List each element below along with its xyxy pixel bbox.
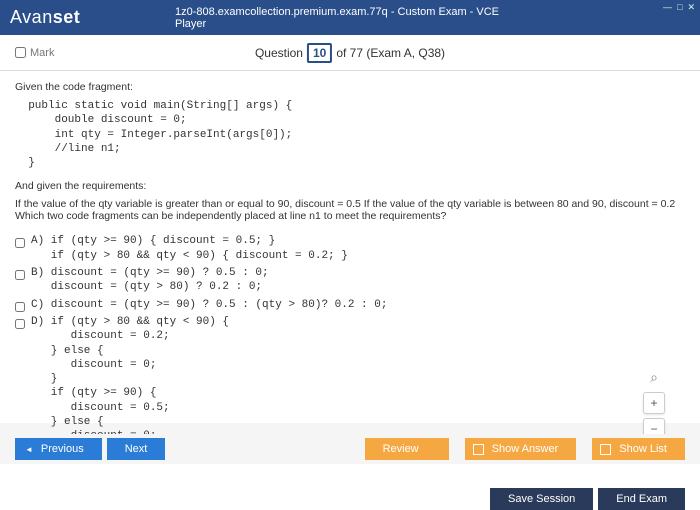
mark-checkbox[interactable] xyxy=(15,47,26,58)
end-exam-button[interactable]: End Exam xyxy=(598,488,685,510)
maximize-icon[interactable]: □ xyxy=(677,2,682,13)
option-a-code: A) if (qty >= 90) { discount = 0.5; } if… xyxy=(31,234,348,263)
option-b-code: B) discount = (qty >= 90) ? 0.5 : 0; dis… xyxy=(31,266,269,295)
mark-checkbox-area[interactable]: Mark xyxy=(15,47,54,59)
magnifier-icon: ⌕ xyxy=(650,369,658,386)
option-b-checkbox[interactable] xyxy=(15,270,25,280)
bottom-toolbar: Previous Next Review Show Answer Show Li… xyxy=(0,434,700,464)
option-b[interactable]: B) discount = (qty >= 90) ? 0.5 : 0; dis… xyxy=(15,266,685,295)
option-a-checkbox[interactable] xyxy=(15,238,25,248)
show-list-button[interactable]: Show List xyxy=(592,438,685,460)
requirements-heading: And given the requirements: xyxy=(15,180,685,192)
minimize-icon[interactable]: — xyxy=(663,2,672,13)
question-counter: Question 10 of 77 (Exam A, Q38) xyxy=(255,43,445,63)
window-title: 1z0-808.examcollection.premium.exam.77q … xyxy=(175,6,525,30)
option-d-code: D) if (qty > 80 && qty < 90) { discount … xyxy=(31,315,229,444)
question-number: 10 xyxy=(307,43,332,63)
next-button[interactable]: Next xyxy=(107,438,166,460)
option-a[interactable]: A) if (qty >= 90) { discount = 0.5; } if… xyxy=(15,234,685,263)
close-icon[interactable]: ✕ xyxy=(687,2,695,13)
option-c[interactable]: C) discount = (qty >= 90) ? 0.5 : (qty >… xyxy=(15,298,685,312)
zoom-in-button[interactable]: + xyxy=(643,392,665,414)
given-text: Given the code fragment: xyxy=(15,81,685,93)
code-fragment: public static void main(String[] args) {… xyxy=(15,99,685,170)
title-bar: Avanset 1z0-808.examcollection.premium.e… xyxy=(0,0,700,35)
question-bar: Mark Question 10 of 77 (Exam A, Q38) xyxy=(0,35,700,71)
app-logo: Avanset xyxy=(10,7,80,28)
zoom-reset-button[interactable]: ⌕ xyxy=(643,366,665,388)
requirements-text: If the value of the qty variable is grea… xyxy=(15,198,685,222)
question-content: Given the code fragment: public static v… xyxy=(0,71,700,456)
previous-button[interactable]: Previous xyxy=(15,438,102,460)
option-d-checkbox[interactable] xyxy=(15,319,25,329)
option-d[interactable]: D) if (qty > 80 && qty < 90) { discount … xyxy=(15,315,685,444)
show-answer-button[interactable]: Show Answer xyxy=(465,438,577,460)
zoom-controls: ⌕ + − xyxy=(643,366,665,440)
option-c-code: C) discount = (qty >= 90) ? 0.5 : (qty >… xyxy=(31,298,387,312)
mark-label: Mark xyxy=(30,47,54,59)
review-button[interactable]: Review xyxy=(365,438,449,460)
option-c-checkbox[interactable] xyxy=(15,302,25,312)
save-session-button[interactable]: Save Session xyxy=(490,488,593,510)
window-controls: — □ ✕ xyxy=(663,2,695,13)
